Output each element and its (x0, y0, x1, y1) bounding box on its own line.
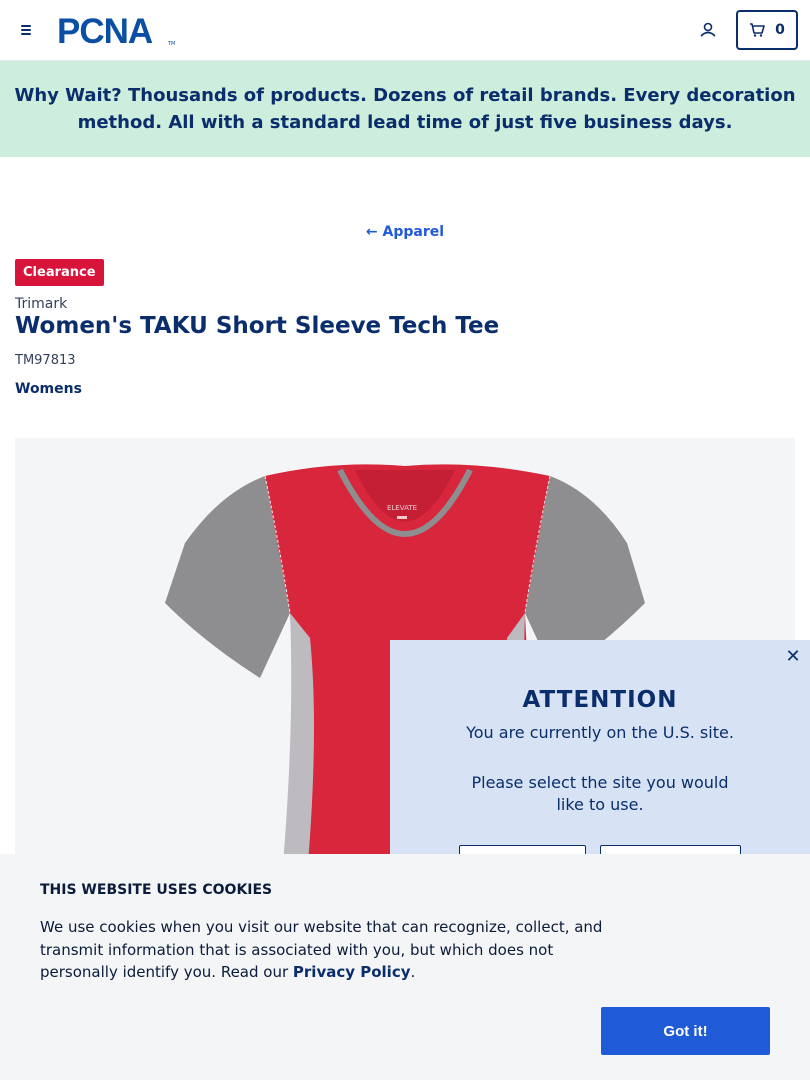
pcna-logo[interactable]: PCNA TM (57, 13, 175, 47)
cookie-text-end: . (410, 963, 416, 981)
promo-banner: Why Wait? Thousands of products. Dozens … (0, 61, 810, 157)
account-icon[interactable] (697, 19, 719, 41)
svg-text:PCNA: PCNA (57, 13, 153, 47)
clearance-badge: Clearance (15, 259, 104, 286)
cookie-text: We use cookies when you visit our websit… (40, 916, 620, 984)
product-category: Womens (15, 381, 82, 397)
cookie-title: THIS WEBSITE USES COOKIES (40, 882, 273, 898)
modal-prompt: Please select the site you would like to… (471, 773, 729, 814)
svg-text:ELEVATE: ELEVATE (387, 504, 417, 512)
site-header: PCNA TM 0 (0, 0, 810, 61)
cart-count: 0 (775, 22, 785, 38)
promo-text: Why Wait? Thousands of products. Dozens … (14, 85, 796, 133)
modal-subtitle: You are currently on the U.S. site. (466, 723, 734, 742)
got-it-button[interactable]: Got it! (601, 1007, 770, 1055)
cart-icon (750, 23, 765, 37)
hamburger-menu-icon[interactable] (18, 20, 40, 40)
breadcrumb-label: Apparel (382, 224, 445, 240)
close-icon[interactable]: ✕ (784, 648, 802, 666)
arrow-left-icon: ← (365, 224, 378, 240)
back-to-category-link[interactable]: ← Apparel (366, 224, 444, 240)
product-sku: TM97813 (15, 353, 76, 368)
privacy-policy-link[interactable]: Privacy Policy (293, 963, 411, 981)
cart-button[interactable]: 0 (736, 10, 798, 50)
product-title: Women's TAKU Short Sleeve Tech Tee (15, 313, 500, 339)
breadcrumb: ← Apparel (0, 224, 810, 240)
modal-title: ATTENTION (522, 687, 678, 713)
svg-text:TM: TM (167, 41, 175, 47)
product-brand[interactable]: Trimark (15, 296, 67, 312)
